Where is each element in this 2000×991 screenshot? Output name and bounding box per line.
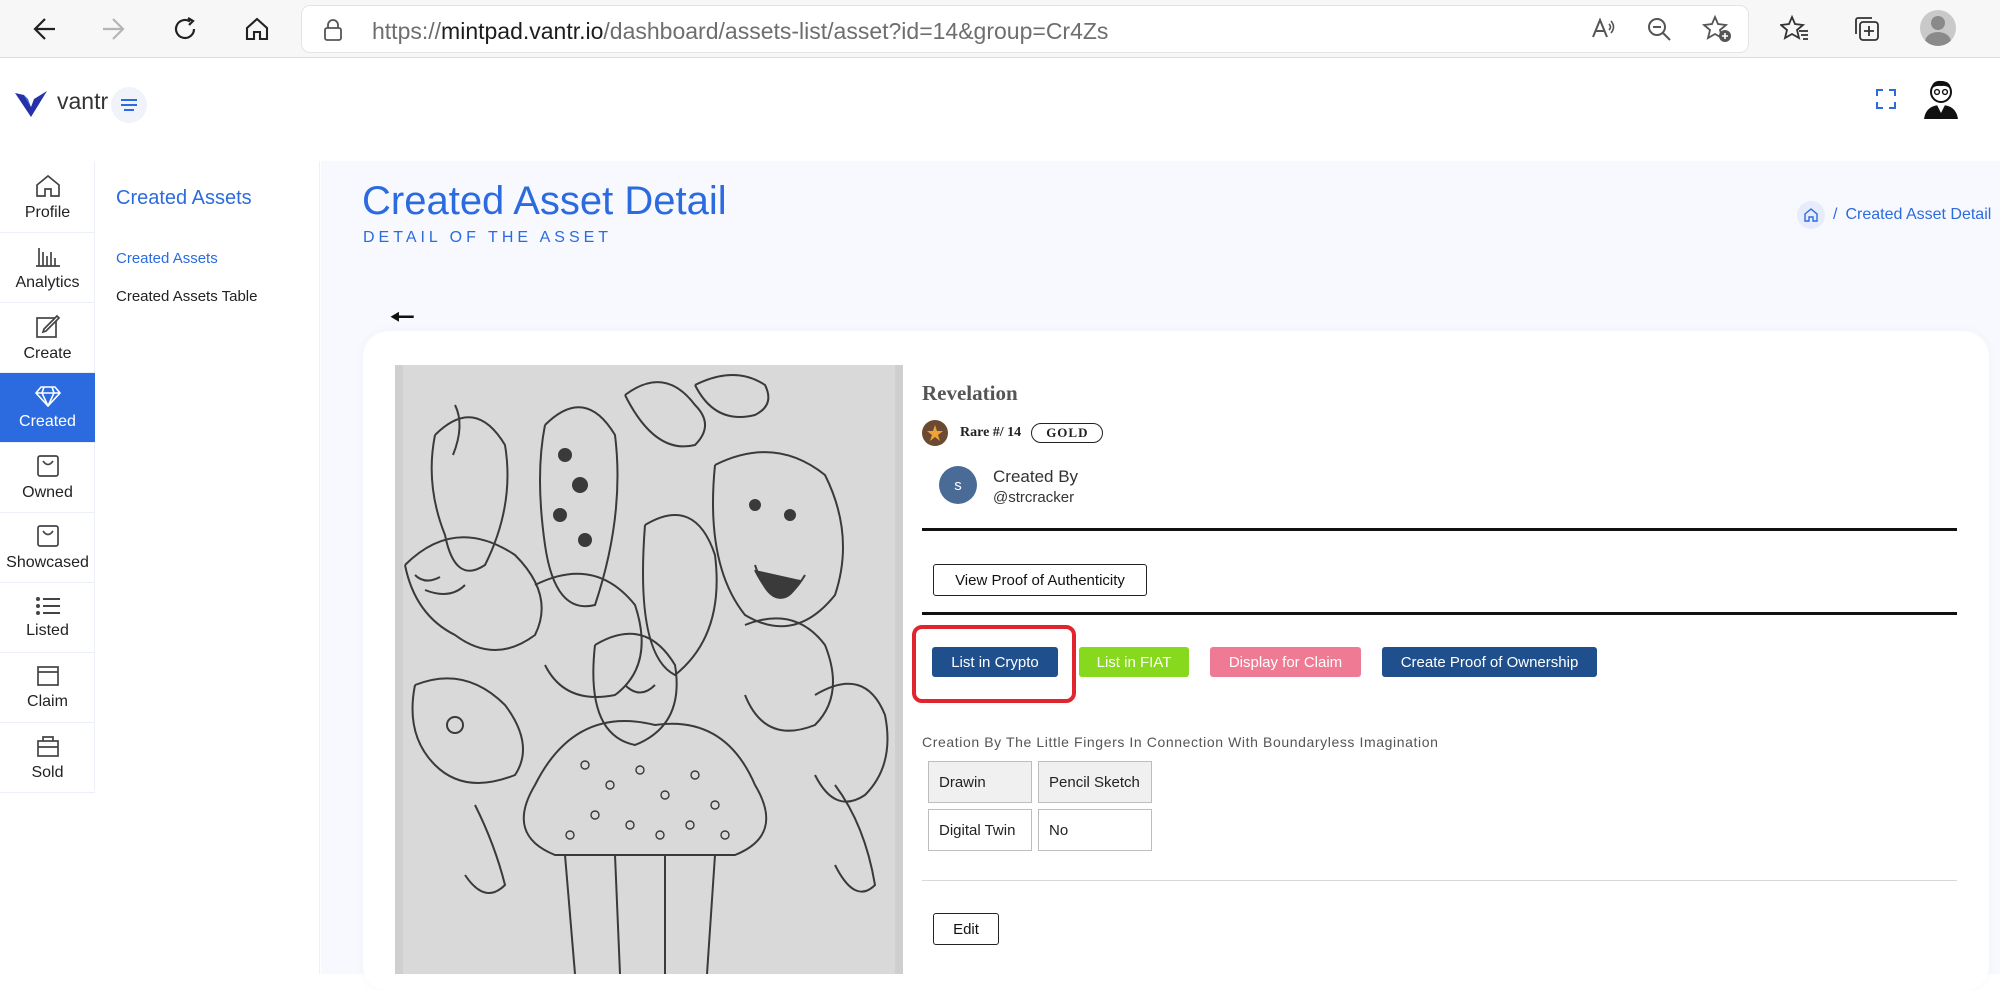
sidebar-item-analytics[interactable]: Analytics xyxy=(0,233,95,303)
user-avatar[interactable] xyxy=(1920,77,1962,119)
address-bar[interactable]: https://mintpad.vantr.io/dashboard/asset… xyxy=(302,6,1748,52)
submenu-panel: Created Assets Created Assets Created As… xyxy=(96,161,320,974)
divider xyxy=(922,612,1957,615)
sidebar-item-claim[interactable]: Claim xyxy=(0,653,95,723)
list-icon xyxy=(35,596,60,615)
home-icon xyxy=(35,174,60,197)
view-proof-button[interactable]: View Proof of Authenticity xyxy=(933,564,1147,596)
zoom-out-button[interactable] xyxy=(1638,8,1680,50)
property-key: Drawin xyxy=(928,761,1032,803)
home-button[interactable] xyxy=(236,8,278,50)
back-button[interactable] xyxy=(22,8,64,50)
browser-profile-avatar[interactable] xyxy=(1920,10,1956,46)
creator-avatar[interactable]: s xyxy=(939,466,977,504)
rarity-badge-icon xyxy=(922,420,948,446)
forward-button[interactable] xyxy=(94,8,136,50)
arrow-left-icon xyxy=(33,18,55,40)
pencil-sketch-image xyxy=(395,365,903,974)
asset-image xyxy=(395,365,903,974)
browser-toolbar: https://mintpad.vantr.io/dashboard/asset… xyxy=(0,0,2000,58)
sidebar-item-created[interactable]: Created xyxy=(0,373,95,443)
breadcrumb-current: Created Asset Detail xyxy=(1845,206,1992,223)
url-text: https://mintpad.vantr.io/dashboard/asset… xyxy=(372,18,1109,44)
creator-handle[interactable]: @strcracker xyxy=(993,489,1074,506)
arrow-right-icon xyxy=(103,18,125,40)
window-icon xyxy=(36,665,59,686)
sidebar-item-label: Created xyxy=(19,412,76,430)
vantr-logo-icon xyxy=(15,91,47,117)
breadcrumb: / Created Asset Detail xyxy=(1797,201,1991,229)
collections-button[interactable] xyxy=(1846,8,1888,50)
logo-text: vantr xyxy=(57,88,109,114)
hamburger-icon xyxy=(121,99,137,111)
sidebar-item-label: Profile xyxy=(24,203,71,221)
create-proof-of-ownership-button[interactable]: Create Proof of Ownership xyxy=(1382,647,1597,677)
breadcrumb-home[interactable] xyxy=(1797,201,1825,229)
sidebar-item-create[interactable]: Create xyxy=(0,303,95,373)
home-icon xyxy=(245,17,269,41)
sidebar-item-label: Create xyxy=(23,344,72,362)
sidebar-item-label: Sold xyxy=(31,763,64,781)
display-for-claim-button[interactable]: Display for Claim xyxy=(1210,647,1361,677)
collections-icon xyxy=(1855,17,1879,41)
lock-icon xyxy=(324,19,342,41)
favorites-button[interactable] xyxy=(1774,8,1816,50)
read-aloud-button[interactable] xyxy=(1582,8,1624,50)
rarity-text: Rare #/ 14 xyxy=(960,425,1022,440)
property-key: Digital Twin xyxy=(928,809,1032,851)
bar-chart-icon xyxy=(35,247,60,267)
reload-icon xyxy=(174,17,196,40)
diamond-icon xyxy=(34,385,61,407)
property-value: Pencil Sketch xyxy=(1038,761,1152,803)
sidebar-item-label: Showcased xyxy=(6,553,89,571)
sidebar-item-listed[interactable]: Listed xyxy=(0,583,95,653)
sidebar-rail: Profile Analytics Create Created Owned S… xyxy=(0,161,95,793)
sidebar-item-label: Analytics xyxy=(15,273,80,291)
asset-name: Revelation xyxy=(922,381,1018,405)
tier-badge: GOLD xyxy=(1031,423,1104,443)
page-subtitle: DETAIL OF THE ASSET xyxy=(363,229,613,246)
sidebar-item-label: Claim xyxy=(27,692,68,710)
edit-button[interactable]: Edit xyxy=(933,913,999,945)
sidebar-item-label: Listed xyxy=(26,621,69,639)
favorites-icon xyxy=(1780,14,1808,40)
rarity-row: Rare #/ 14 GOLD xyxy=(922,420,1104,446)
star-add-icon xyxy=(1702,14,1731,42)
divider xyxy=(922,528,1957,531)
submenu-title: Created Assets xyxy=(116,187,252,209)
submenu-link-created-assets-table[interactable]: Created Assets Table xyxy=(116,288,257,305)
sidebar-item-sold[interactable]: Sold xyxy=(0,723,95,793)
highlight-annotation xyxy=(912,625,1076,703)
add-favorite-button[interactable] xyxy=(1696,8,1738,50)
breadcrumb-separator: / xyxy=(1833,206,1838,223)
menu-toggle-button[interactable] xyxy=(111,87,147,123)
home-icon xyxy=(1804,208,1818,222)
read-aloud-icon xyxy=(1592,17,1615,38)
sidebar-item-profile[interactable]: Profile xyxy=(0,163,95,233)
edit-icon xyxy=(35,314,60,338)
submenu-link-created-assets[interactable]: Created Assets xyxy=(116,250,218,267)
bag-icon xyxy=(36,454,59,477)
asset-description: Creation By The Little Fingers In Connec… xyxy=(922,734,1439,750)
creator-label: Created By xyxy=(993,467,1079,486)
property-value: No xyxy=(1038,809,1152,851)
back-arrow-button[interactable]: 🠔 xyxy=(389,303,415,333)
star-icon xyxy=(927,425,943,441)
sidebar-item-showcased[interactable]: Showcased xyxy=(0,513,95,583)
divider xyxy=(922,880,1957,881)
sidebar-item-owned[interactable]: Owned xyxy=(0,443,95,513)
store-icon xyxy=(36,735,59,757)
bag-icon xyxy=(36,524,59,547)
fullscreen-icon[interactable] xyxy=(1874,87,1898,111)
page-title: Created Asset Detail xyxy=(362,179,727,223)
list-in-fiat-button[interactable]: List in FIAT xyxy=(1079,647,1189,677)
zoom-out-icon xyxy=(1648,18,1671,41)
reload-button[interactable] xyxy=(164,8,206,50)
sidebar-item-label: Owned xyxy=(22,483,73,501)
app-header: vantr xyxy=(0,59,2000,161)
